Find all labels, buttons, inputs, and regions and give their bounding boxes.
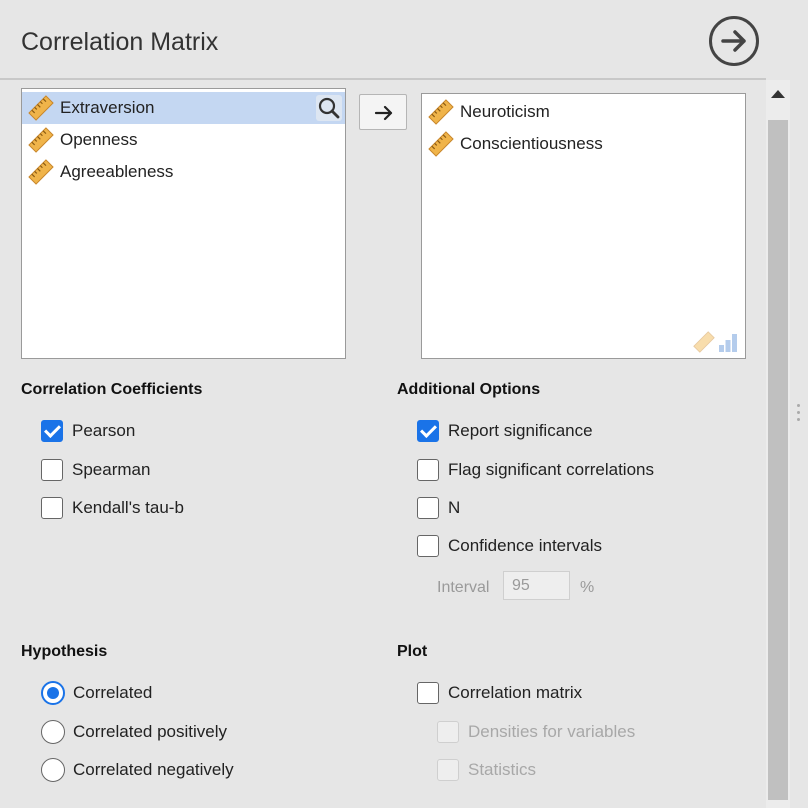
checkbox-box[interactable] <box>417 420 439 442</box>
checkbox-box[interactable] <box>417 535 439 557</box>
correlated-radio[interactable]: Correlated <box>41 681 152 705</box>
ruler-icon <box>28 159 54 185</box>
available-variables-list[interactable]: Extraversion Openness Agreeableness <box>21 88 346 359</box>
arrow-circle-right-icon <box>721 30 746 52</box>
checkbox-label: Spearman <box>72 460 151 479</box>
correlation-matrix-checkbox[interactable]: Correlation matrix <box>417 682 582 704</box>
report-significance-checkbox[interactable]: Report significance <box>417 420 593 442</box>
ruler-icon <box>28 127 54 153</box>
radio-button[interactable] <box>41 758 65 782</box>
scrollbar-thumb[interactable] <box>768 120 788 800</box>
pearson-checkbox[interactable]: Pearson <box>41 420 135 442</box>
checkbox-label: Densities for variables <box>468 722 636 741</box>
checkbox-label: Pearson <box>72 421 136 440</box>
densities-checkbox: Densities for variables <box>437 721 635 743</box>
n-checkbox[interactable]: N <box>417 497 460 519</box>
checkbox-box[interactable] <box>417 459 439 481</box>
radio-button[interactable] <box>41 681 65 705</box>
kendall-checkbox[interactable]: Kendall's tau-b <box>41 497 184 519</box>
plot-heading: Plot <box>397 643 428 660</box>
interval-input <box>503 571 570 600</box>
checkbox-box <box>437 721 459 743</box>
radio-label: Correlated positively <box>73 722 228 741</box>
resize-grip-icon[interactable] <box>797 404 801 424</box>
arrow-right-icon <box>374 105 393 121</box>
checkbox-label: Report significance <box>448 421 593 440</box>
additional-options-heading: Additional Options <box>397 381 541 398</box>
ruler-icon <box>428 99 454 125</box>
checkbox-label: N <box>448 498 461 517</box>
checkbox-box[interactable] <box>41 420 63 442</box>
checkbox-box <box>437 759 459 781</box>
list-item-neuroticism[interactable]: Neuroticism <box>422 96 745 128</box>
allowed-types <box>693 331 739 353</box>
radio-label: Correlated <box>73 683 153 702</box>
ruler-icon <box>28 95 54 121</box>
flag-significant-checkbox[interactable]: Flag significant correlations <box>417 459 654 481</box>
checkbox-label: Correlation matrix <box>448 683 583 702</box>
checkbox-box[interactable] <box>417 682 439 704</box>
checkbox-label: Flag significant correlations <box>448 460 654 479</box>
list-item-extraversion[interactable]: Extraversion <box>22 92 345 124</box>
interval-label: Interval <box>437 579 490 596</box>
checkbox-label: Statistics <box>468 760 537 779</box>
hypothesis-heading: Hypothesis <box>21 643 108 660</box>
scroll-up-arrow[interactable] <box>771 90 785 98</box>
checkbox-box[interactable] <box>41 497 63 519</box>
variable-label: Conscientiousness <box>460 134 603 153</box>
assigned-variables-list[interactable]: Neuroticism Conscientiousness <box>421 93 746 359</box>
list-item-conscientiousness[interactable]: Conscientiousness <box>422 128 745 160</box>
correlated-negatively-radio[interactable]: Correlated negatively <box>41 758 234 782</box>
variable-label: Openness <box>60 130 138 149</box>
page-title: Correlation Matrix <box>21 28 219 56</box>
checkbox-box[interactable] <box>417 497 439 519</box>
variable-label: Neuroticism <box>460 102 550 121</box>
search-icon[interactable] <box>316 95 342 121</box>
correlated-positively-radio[interactable]: Correlated positively <box>41 720 227 744</box>
coefficients-heading: Correlation Coefficients <box>21 381 203 398</box>
ruler-icon <box>428 131 454 157</box>
interval-unit: % <box>580 579 595 596</box>
checkbox-box[interactable] <box>41 459 63 481</box>
run-analysis-button[interactable] <box>709 16 759 66</box>
variable-label: Extraversion <box>60 98 155 117</box>
checkbox-label: Confidence intervals <box>448 536 603 555</box>
header-divider <box>0 78 766 80</box>
checkbox-label: Kendall's tau-b <box>72 498 184 517</box>
confidence-intervals-checkbox[interactable]: Confidence intervals <box>417 535 602 557</box>
radio-button[interactable] <box>41 720 65 744</box>
ruler-icon <box>693 331 715 353</box>
spearman-checkbox[interactable]: Spearman <box>41 459 150 481</box>
move-variable-button[interactable] <box>359 94 407 130</box>
radio-label: Correlated negatively <box>73 760 234 779</box>
list-item-openness[interactable]: Openness <box>22 124 345 156</box>
statistics-checkbox: Statistics <box>437 759 536 781</box>
list-item-agreeableness[interactable]: Agreeableness <box>22 156 345 188</box>
variable-label: Agreeableness <box>60 162 174 181</box>
ordinal-icon <box>719 334 737 352</box>
